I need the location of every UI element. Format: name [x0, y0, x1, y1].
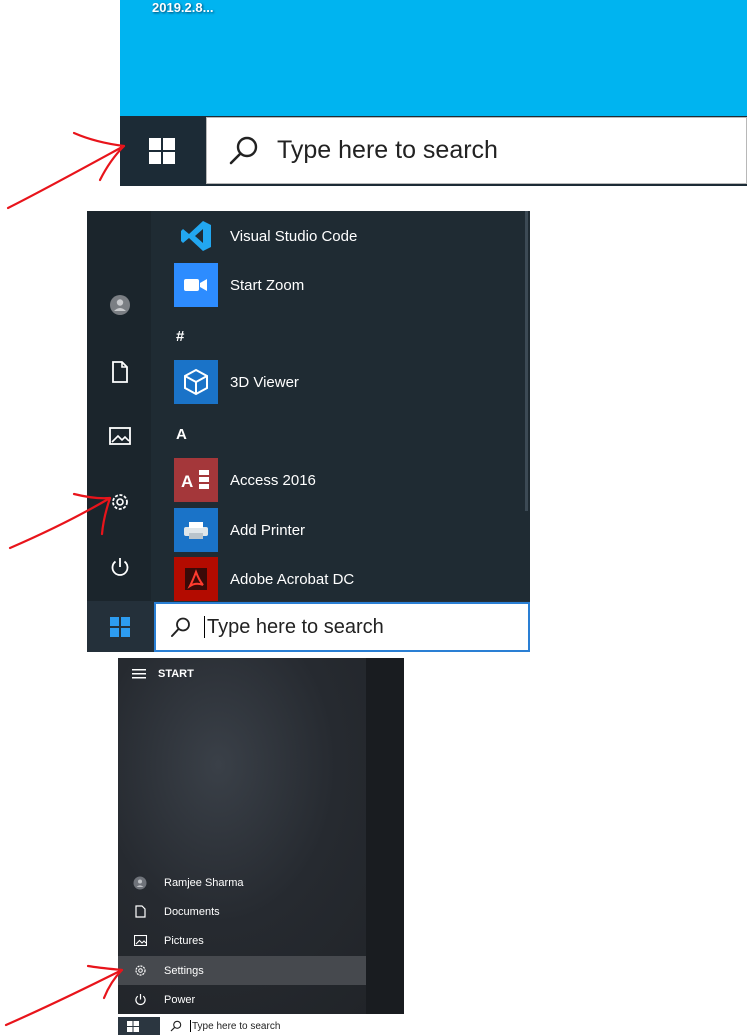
tiles-area [366, 658, 404, 1014]
zoom-icon [174, 263, 218, 307]
hamburger-icon [132, 669, 146, 679]
search-icon [229, 136, 258, 164]
app-3d-viewer[interactable]: 3D Viewer [174, 360, 299, 404]
access-icon: A [174, 458, 218, 502]
app-add-printer[interactable]: Add Printer [174, 508, 305, 552]
start-menu-rail [87, 211, 151, 601]
rail-documents[interactable] [105, 357, 135, 387]
app-label: Visual Studio Code [230, 227, 358, 245]
desktop-background [120, 0, 747, 116]
start-menu: Visual Studio Code Start Zoom # 3D Viewe… [87, 211, 530, 601]
cube-icon [174, 360, 218, 404]
power-icon [132, 992, 148, 1008]
app-access-2016[interactable]: A Access 2016 [174, 458, 316, 502]
windows-logo-icon [149, 138, 175, 164]
avatar-icon [110, 295, 130, 315]
avatar-icon [132, 875, 148, 891]
menu-item-label: Power [164, 993, 196, 1006]
start-button[interactable] [87, 601, 153, 652]
rail-user-avatar[interactable] [105, 290, 135, 320]
menu-item-settings[interactable]: Settings [118, 956, 366, 985]
printer-icon [174, 508, 218, 552]
section-header-hash[interactable]: # [176, 328, 184, 345]
search-placeholder: Type here to search [277, 136, 498, 164]
rail-power[interactable] [105, 552, 135, 582]
taskbar-search-box[interactable]: Type here to search [154, 602, 530, 652]
menu-item-label: Ramjee Sharma [164, 876, 244, 889]
start-button[interactable] [120, 116, 204, 186]
menu-item-pictures[interactable]: Pictures [118, 926, 366, 955]
annotation-arrow-settings-menu [4, 968, 124, 1027]
text-caret [190, 1020, 191, 1032]
gear-icon [132, 963, 148, 979]
vscode-icon [174, 214, 218, 258]
document-icon [132, 904, 148, 920]
svg-text:A: A [181, 472, 193, 491]
start-menu-expanded: START Ramjee Sharma Documents Pictures S… [118, 658, 404, 1014]
gear-icon [112, 494, 128, 510]
app-label: Start Zoom [230, 276, 305, 294]
start-label: START [158, 668, 194, 680]
windows-logo-icon [127, 1020, 139, 1032]
pictures-icon [132, 933, 148, 949]
menu-item-label: Documents [164, 905, 220, 918]
app-list-scrollbar[interactable] [525, 211, 528, 511]
app-label: Adobe Acrobat DC [230, 570, 355, 588]
windows-logo-icon [110, 616, 130, 637]
start-button[interactable] [122, 1019, 144, 1033]
menu-item-power[interactable]: Power [118, 985, 366, 1014]
annotation-arrow-start-button [6, 144, 126, 210]
taskbar-search-box[interactable]: Type here to search [206, 117, 747, 184]
acrobat-icon [174, 557, 218, 601]
app-adobe-acrobat-dc[interactable]: Adobe Acrobat DC [174, 557, 354, 601]
desktop-file-label[interactable]: 2019.2.8... [152, 0, 213, 15]
menu-item-label: Settings [164, 964, 204, 977]
app-label: Access 2016 [230, 471, 316, 489]
power-icon [111, 558, 129, 576]
app-start-zoom[interactable]: Start Zoom [174, 263, 304, 307]
taskbar-search-box[interactable]: Type here to search [160, 1017, 404, 1035]
app-label: Add Printer [230, 521, 306, 539]
section-header-a[interactable]: A [176, 426, 187, 443]
pictures-icon [109, 427, 131, 445]
rail-pictures[interactable] [105, 421, 135, 451]
menu-item-user[interactable]: Ramjee Sharma [118, 868, 366, 897]
app-visual-studio-code[interactable]: Visual Studio Code [174, 214, 357, 258]
start-menu-header[interactable]: START [132, 668, 194, 680]
search-placeholder: Type here to search [192, 1020, 281, 1032]
search-icon [171, 617, 190, 637]
menu-item-label: Pictures [164, 934, 204, 947]
rail-settings[interactable] [105, 487, 135, 517]
document-icon [112, 361, 128, 383]
menu-item-documents[interactable]: Documents [118, 897, 366, 926]
search-icon [170, 1020, 182, 1032]
app-label: 3D Viewer [230, 373, 299, 391]
text-caret [204, 616, 205, 638]
search-placeholder: Type here to search [207, 615, 384, 638]
